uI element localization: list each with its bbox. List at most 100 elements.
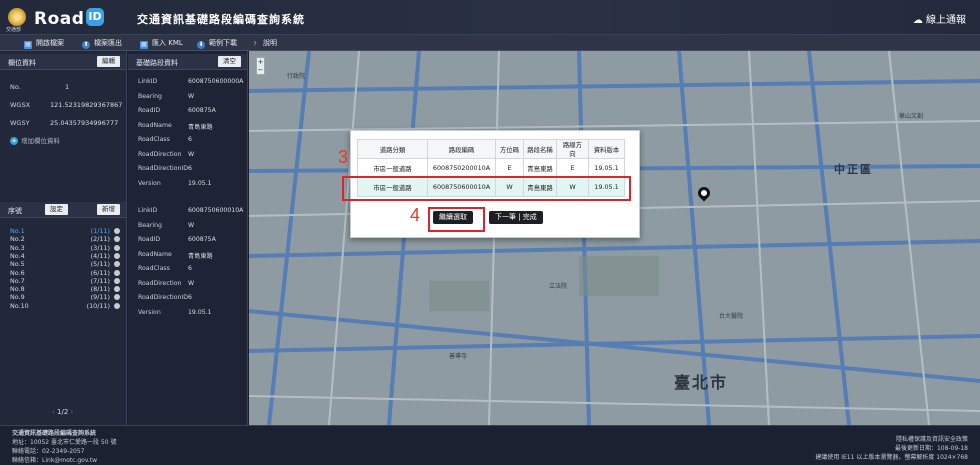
list-item-label: No.3 — [10, 243, 25, 252]
view-icon[interactable] — [114, 277, 120, 284]
list-item-label: No.2 — [10, 235, 25, 244]
list-item-count: (2/11) — [90, 235, 110, 244]
import-kml-button[interactable]: ▤ 匯入 KML — [140, 37, 183, 49]
step-4-marker: 4 — [410, 205, 421, 225]
list-item-count: (1/11) — [90, 227, 110, 235]
table-cell: 青島東路 — [523, 158, 557, 178]
list-panel-title: 序號 — [8, 207, 22, 215]
field-key: RoadDirectionID — [138, 165, 189, 172]
table-header-row: 道路分類 路段編碼 方位碼 路段名稱 路線方向 資料版本 — [357, 139, 625, 159]
sample-download-label: 範例下載 — [209, 39, 237, 47]
wgsx-label: WGSX — [10, 101, 31, 109]
field-value: 6008750600010A — [188, 207, 244, 214]
segment-panel-header: 基礎路段資料 清空 — [128, 54, 247, 70]
add-field-label: 增加欄位資料 — [21, 137, 60, 145]
field-key: RoadDirection — [138, 279, 182, 287]
system-title: 交通資訊基礎路段編碼查詢系統 — [137, 13, 305, 26]
view-icon[interactable] — [114, 244, 120, 251]
view-icon[interactable] — [114, 302, 120, 309]
field-key: Bearing — [138, 92, 162, 100]
field-value: 600875A — [188, 107, 216, 114]
open-file-button[interactable]: ▤ 開啟檔案 — [24, 37, 64, 49]
add-field-link[interactable]: + 增加欄位資料 — [10, 135, 60, 145]
footer-phone: 聯絡電話：02-2349-2057 — [12, 448, 85, 455]
segment-field: RoadDirectionID 6 — [138, 165, 192, 172]
folder-icon: ▤ — [24, 41, 32, 49]
add-button[interactable]: 新增 — [97, 204, 120, 215]
import-icon: ▤ — [140, 41, 148, 49]
location-panel-header: 欄位資料 編輯 — [0, 54, 126, 70]
field-value: 6 — [188, 165, 192, 172]
export-file-button[interactable]: ⬆ 檔案匯出 — [82, 37, 122, 49]
pager-label: 1/2 — [57, 408, 69, 416]
detail-field: RoadID 600875A — [138, 236, 216, 243]
list-item-count: (8/11) — [90, 285, 110, 294]
view-icon[interactable] — [114, 294, 120, 301]
field-key: RoadDirectionID — [138, 294, 189, 301]
column-header: 路段編碼 — [427, 139, 496, 159]
field-value: W — [188, 279, 195, 287]
list-item-count: (4/11) — [90, 251, 110, 260]
list-item-label: No.7 — [10, 276, 25, 285]
map-view[interactable]: 行政院 立法院 善導寺 台大醫院 華山文創 中正區 臺北市 — [249, 51, 980, 425]
field-key: LinkID — [138, 207, 158, 214]
continue-select-button[interactable]: 繼續選取 — [433, 211, 473, 224]
top-bar: 交通部 Road ID 交通資訊基礎路段編碼查詢系統 ☁ 線上通報 — [0, 0, 980, 35]
next-page-icon[interactable]: › — [68, 408, 74, 416]
view-icon[interactable] — [114, 286, 120, 293]
import-kml-label: 匯入 KML — [152, 39, 183, 47]
location-panel-title: 欄位資料 — [8, 59, 36, 67]
field-value: W — [188, 221, 195, 229]
list-item-label: No.4 — [10, 251, 25, 260]
list-item-label: No.5 — [10, 260, 25, 269]
logo-text: Road — [34, 9, 85, 29]
online-help-link[interactable]: ☁ 線上通報 — [913, 11, 966, 26]
map-label: 台大醫院 — [719, 313, 744, 320]
plus-icon: + — [10, 137, 18, 145]
field-key: RoadClass — [138, 136, 170, 143]
field-value: 青島東路 — [188, 252, 213, 260]
no-label: No. — [10, 83, 21, 91]
app-logo[interactable]: 交通部 Road ID — [6, 6, 126, 33]
list-item[interactable]: No.10 (10/11) — [10, 302, 122, 311]
view-icon[interactable] — [114, 252, 120, 259]
map-label: 立法院 — [549, 283, 568, 290]
privacy-link[interactable]: 隱私權保護及資訊安全政策 — [896, 434, 968, 443]
edit-button[interactable]: 編輯 — [97, 56, 120, 67]
field-key: RoadDirection — [138, 150, 182, 158]
no-row: No. 1 — [10, 83, 69, 91]
view-icon[interactable] — [114, 236, 120, 243]
table-cell: 6008750200010A — [427, 158, 496, 178]
settings-button[interactable]: 設定 — [45, 204, 68, 215]
segment-field: RoadName 青島東路 — [138, 121, 213, 131]
list-item-label: No.6 — [10, 268, 25, 277]
field-key: Version — [138, 308, 161, 316]
detail-field: LinkID 6008750600010A — [138, 207, 243, 214]
wgsy-label: WGSY — [10, 119, 30, 127]
list-item-count: (7/11) — [90, 276, 110, 285]
field-key: RoadID — [138, 107, 161, 114]
field-value: 6 — [188, 294, 192, 301]
view-icon[interactable] — [114, 228, 120, 234]
step-3-marker: 3 — [338, 147, 349, 167]
view-icon[interactable] — [114, 261, 120, 268]
detail-field: RoadDirection W — [138, 279, 194, 287]
list-panel-header: 序號 設定 新增 — [0, 202, 126, 218]
sample-download-button[interactable]: ⬇ 範例下載 — [197, 37, 237, 49]
clear-button[interactable]: 清空 — [218, 56, 241, 67]
list-item-count: (6/11) — [90, 268, 110, 277]
map-label: 行政院 — [287, 73, 306, 80]
view-icon[interactable] — [114, 269, 120, 276]
table-row[interactable]: 市區一般道路 6008750200010A E 青島東路 E 19.05.1 — [357, 158, 625, 178]
map-label: 善導寺 — [449, 353, 468, 360]
zoom-control[interactable]: + − — [256, 57, 265, 75]
help-button[interactable]: ? 說明 — [251, 37, 277, 49]
segment-field: RoadID 600875A — [138, 107, 216, 114]
field-key: RoadName — [138, 121, 172, 129]
footer-email[interactable]: 聯絡信箱：Link@motc.gov.tw — [12, 455, 97, 464]
field-value: 600875A — [188, 236, 216, 243]
browser-note: 建議使用 IE11 以上版本瀏覽器，螢幕解析度 1024×768 — [815, 454, 968, 461]
field-value: 19.05.1 — [188, 308, 212, 316]
next-complete-button[interactable]: 下一筆 | 完成 — [489, 211, 543, 224]
pager[interactable]: ‹ 1/2 › — [52, 408, 73, 416]
